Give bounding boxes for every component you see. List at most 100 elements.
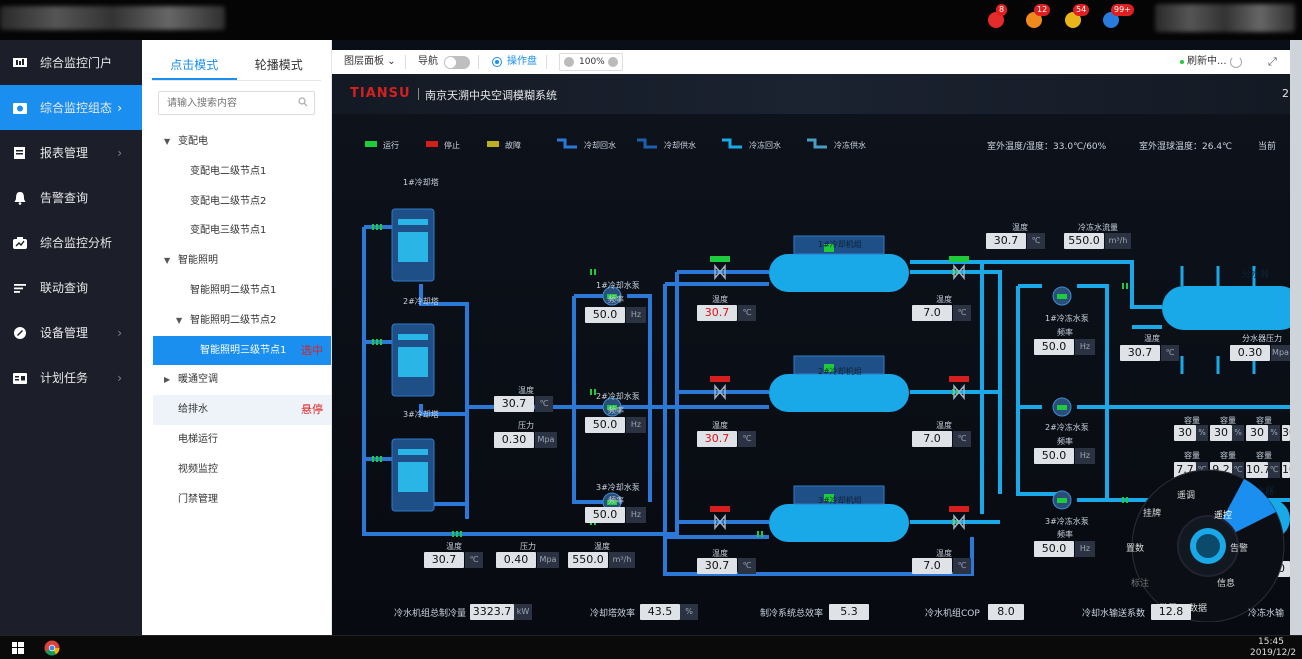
chilled-pump-3-label: 3#冷冻水泵	[1045, 517, 1089, 526]
radial-item-set-value[interactable]: 置数	[1126, 541, 1144, 554]
temp-label: 温度	[1012, 223, 1028, 232]
sidebar-item-alarm[interactable]: 告警查询	[0, 175, 142, 220]
tree-node-selected[interactable]: 智能照明三级节点1 选中	[153, 335, 331, 366]
message-icon[interactable]: 54	[1065, 4, 1090, 28]
radial-operation-menu[interactable]	[1120, 452, 1290, 622]
operate-radio[interactable]	[492, 57, 502, 67]
mid-temp-value: 30.7	[494, 396, 534, 412]
radial-item-remote-control[interactable]: 遥控	[1214, 508, 1232, 521]
chiller-3-inlet-temp: 30.7	[697, 558, 737, 574]
unit-celsius: ℃	[535, 396, 553, 412]
chilled-pump-1-label: 1#冷冻水泵	[1045, 314, 1089, 323]
blurred-user-info[interactable]	[1155, 4, 1295, 32]
sidebar-item-plan[interactable]: 计划任务 ›	[0, 355, 142, 400]
chrome-icon[interactable]	[44, 640, 60, 656]
layer-panel-dropdown[interactable]: 图层面板 ⌄	[344, 50, 396, 74]
metric-label: 冷却塔效率	[590, 609, 636, 619]
tree-node[interactable]: 电梯运行	[142, 425, 331, 455]
window-title-bar: 8 12 54 99+	[0, 0, 1302, 40]
zoom-reset-icon[interactable]	[608, 57, 618, 67]
divider-pressure-value: 0.30	[1230, 345, 1270, 361]
radial-item-mark[interactable]: 标注	[1131, 576, 1149, 589]
operate-label[interactable]: 操作盘	[507, 50, 537, 74]
toolbar: 图层面板 ⌄ 导航 操作盘 100% 刷新中... ⤢	[332, 50, 1290, 74]
radial-item-data[interactable]: 数据	[1189, 601, 1207, 614]
unit-mpa: Mpa	[537, 552, 559, 568]
tree-node[interactable]: 视频监控	[142, 455, 331, 485]
tree-node[interactable]: 智能照明二级节点1	[142, 276, 331, 306]
tree-node-label: 暖通空调	[178, 374, 218, 386]
tower-1-label: 1#冷却塔	[403, 178, 439, 187]
cooling-pump-3-label: 3#冷却水泵	[596, 483, 640, 492]
tree-node[interactable]: 变配电二级节点2	[142, 187, 331, 217]
tree-node[interactable]: 变配电二级节点1	[142, 157, 331, 187]
metric-label: 冷冻水输	[1248, 609, 1285, 619]
windows-start-icon[interactable]	[12, 642, 24, 654]
capacity-value-1: 30	[1174, 425, 1196, 441]
clock-time: 15:45	[1258, 637, 1284, 647]
sidebar-item-portal[interactable]: 综合监控门户	[0, 40, 142, 85]
alarm-bell-icon[interactable]: 8	[988, 4, 1008, 28]
sidebar-item-device[interactable]: 设备管理 ›	[0, 310, 142, 355]
mode-tabs: 点击模式 轮播模式	[152, 50, 321, 81]
mid-pressure-value: 0.30	[494, 432, 534, 448]
tree-node[interactable]: ▼ 智能照明	[142, 246, 331, 276]
chevron-down-icon: ⌄	[387, 56, 396, 67]
metric-value: 12.8	[1151, 604, 1191, 620]
unit-celsius: ℃	[1161, 345, 1179, 361]
sidebar-item-label: 综合监控分析	[40, 236, 113, 250]
metric-value: 8.0	[988, 604, 1024, 620]
tree-node[interactable]: 门禁管理	[142, 485, 331, 515]
sidebar-item-label: 综合监控组态	[40, 101, 113, 115]
chiller-2-inlet-temp: 30.7	[697, 431, 737, 447]
caret-down-icon[interactable]: ▼	[164, 127, 170, 157]
radial-item-adjust[interactable]: 遥调	[1177, 488, 1195, 501]
tree-node-hovered[interactable]: 给排水 悬停	[153, 395, 331, 425]
warning-icon[interactable]: 12	[1026, 4, 1051, 28]
report-icon	[14, 146, 25, 159]
clock-date: 2019/12/2	[1250, 648, 1297, 658]
tree-list: ▼ 变配电 变配电二级节点1 变配电二级节点2 变配电三级节点1 ▼ 智能照明 智能…	[142, 127, 331, 514]
right-scrollbar[interactable]	[1290, 40, 1302, 635]
search-icon[interactable]	[298, 97, 308, 107]
sidebar-item-linkage[interactable]: 联动查询	[0, 265, 142, 310]
tab-carousel-mode[interactable]: 轮播模式	[237, 50, 322, 80]
unit-percent: %	[1196, 425, 1208, 441]
tree-node[interactable]: ▼ 智能照明二级节点2	[142, 306, 331, 336]
caret-down-icon[interactable]: ▼	[164, 246, 170, 276]
bottom-temp-value: 30.7	[424, 552, 464, 568]
refresh-icon[interactable]	[1230, 56, 1242, 68]
fullscreen-icon[interactable]: ⤢	[1268, 56, 1277, 68]
metric-label: 冷水机组总制冷量	[394, 609, 467, 619]
tree-node-label: 变配电	[178, 136, 208, 147]
tree-node[interactable]: 变配电三级节点1	[142, 216, 331, 246]
divider-temp-value: 30.7	[1120, 345, 1160, 361]
nav-toggle[interactable]	[444, 56, 470, 69]
divider	[546, 55, 547, 69]
search-input[interactable]	[159, 92, 314, 114]
tree-node[interactable]: ▼ 变配电	[142, 127, 331, 157]
unit-mpa: Mpa	[535, 432, 557, 448]
caret-right-icon[interactable]: ▶	[164, 365, 170, 395]
sidebar-item-report[interactable]: 报表管理 ›	[0, 130, 142, 175]
cooling-pump-1-label: 1#冷却水泵	[596, 281, 640, 290]
bottom-pressure-value: 0.40	[496, 552, 536, 568]
sidebar-item-analysis[interactable]: 综合监控分析	[0, 220, 142, 265]
radial-item-info[interactable]: 信息	[1217, 576, 1235, 589]
temp-label: 温度	[518, 386, 534, 395]
task-icon[interactable]: 99+	[1103, 4, 1134, 28]
caret-down-icon[interactable]: ▼	[176, 306, 182, 336]
freq-label: 频率	[1057, 328, 1073, 337]
bottom-flow-value: 550.0	[568, 552, 608, 568]
zoom-control: 100%	[559, 53, 623, 71]
unit-hz: Hz	[1075, 339, 1095, 355]
radial-item-alarm[interactable]: 告警	[1230, 541, 1248, 554]
unit-celsius: ℃	[953, 431, 971, 447]
sidebar-item-config[interactable]: 综合监控组态 ›	[0, 85, 142, 130]
monitor-icon	[13, 57, 27, 67]
alarm-count-badge: 8	[996, 4, 1008, 16]
tree-node[interactable]: ▶ 暖通空调	[142, 365, 331, 395]
radial-item-tag[interactable]: 挂牌	[1143, 506, 1161, 519]
zoom-out-icon[interactable]	[564, 57, 574, 67]
tab-click-mode[interactable]: 点击模式	[152, 50, 237, 80]
